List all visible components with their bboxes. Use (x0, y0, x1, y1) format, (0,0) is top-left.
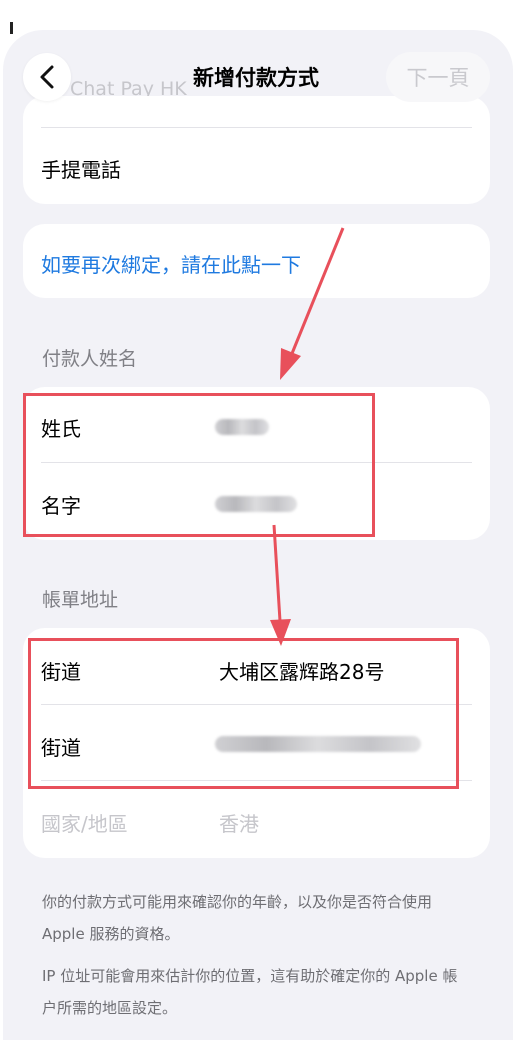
annotation-arrows (270, 227, 345, 646)
annotation-arrow-2-line (272, 524, 282, 622)
annotation-arrow-2-head (270, 619, 291, 646)
annotation-arrow-1-head (280, 348, 301, 380)
annotation-arrow-1-line (289, 227, 345, 357)
